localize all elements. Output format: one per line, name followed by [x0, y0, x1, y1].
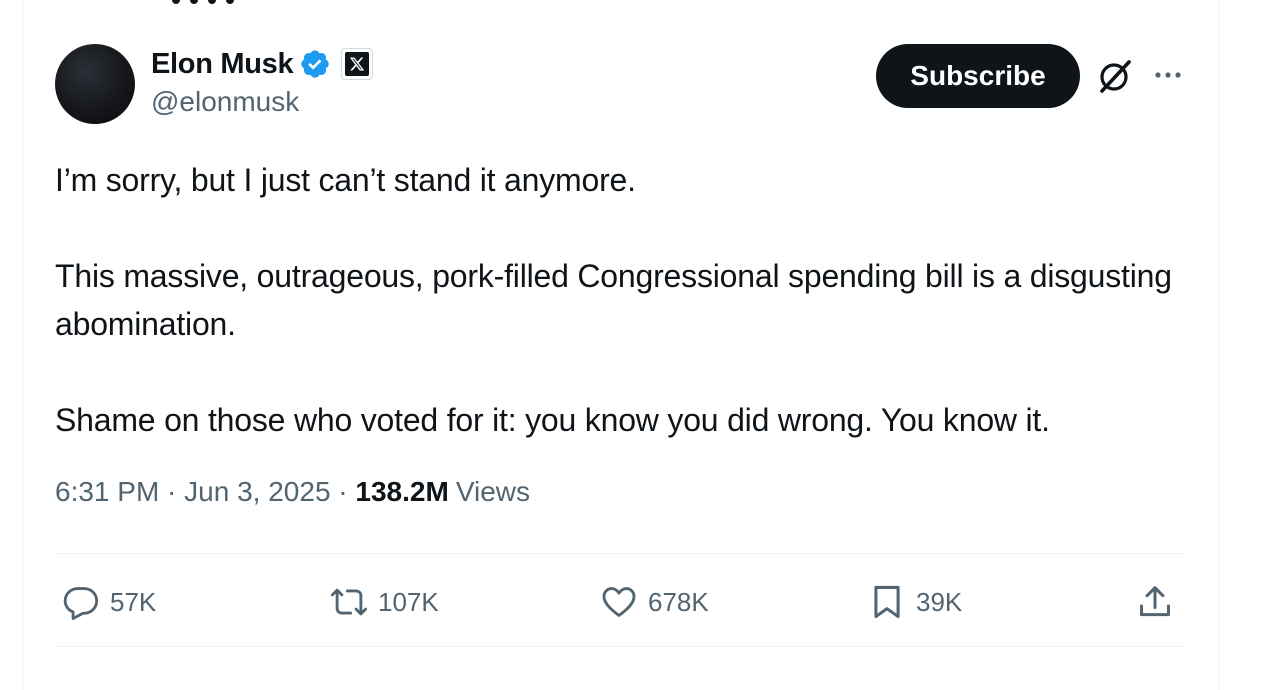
repost-count: 107K — [378, 586, 439, 617]
reply-count: 57K — [110, 586, 157, 617]
divider — [55, 646, 1187, 647]
bookmark-icon — [874, 585, 900, 619]
bookmark-button[interactable]: 39K — [868, 578, 962, 626]
more-icon[interactable] — [1150, 60, 1186, 90]
heart-icon — [602, 587, 636, 617]
divider — [55, 553, 1187, 554]
author-name-row: Elon Musk — [151, 44, 374, 84]
author-handle[interactable]: @elonmusk — [151, 86, 299, 118]
like-button[interactable]: 678K — [600, 578, 709, 626]
reply-button[interactable]: 57K — [62, 578, 156, 626]
repost-button[interactable]: 107K — [330, 578, 439, 626]
verified-badge-icon[interactable] — [299, 48, 331, 80]
x-logo-icon[interactable] — [341, 48, 374, 80]
reply-icon — [63, 587, 99, 620]
repost-icon — [330, 588, 368, 616]
post-paragraph: Shame on those who voted for it: you kno… — [55, 402, 1050, 438]
grok-icon[interactable] — [1095, 56, 1135, 96]
share-button[interactable] — [1136, 578, 1174, 626]
bookmark-count: 39K — [916, 586, 963, 617]
post-paragraph: This massive, outrageous, pork-filled Co… — [55, 258, 1172, 342]
avatar[interactable] — [55, 44, 135, 124]
post-time[interactable]: 6:31 PM — [55, 476, 159, 508]
previous-post-cutoff — [160, 0, 260, 4]
post-paragraph: I’m sorry, but I just can’t stand it any… — [55, 162, 636, 198]
post-metadata: 6:31 PM · Jun 3, 2025 · 138.2M Views — [55, 476, 530, 508]
views-count: 138.2M — [355, 476, 449, 507]
post-date[interactable]: Jun 3, 2025 — [184, 476, 330, 508]
like-count: 678K — [648, 586, 709, 617]
separator: · — [330, 476, 356, 507]
subscribe-button[interactable]: Subscribe — [876, 44, 1080, 108]
share-icon — [1140, 586, 1170, 617]
author-name[interactable]: Elon Musk — [151, 48, 294, 81]
views-label: Views — [455, 476, 530, 507]
separator: · — [159, 476, 185, 507]
